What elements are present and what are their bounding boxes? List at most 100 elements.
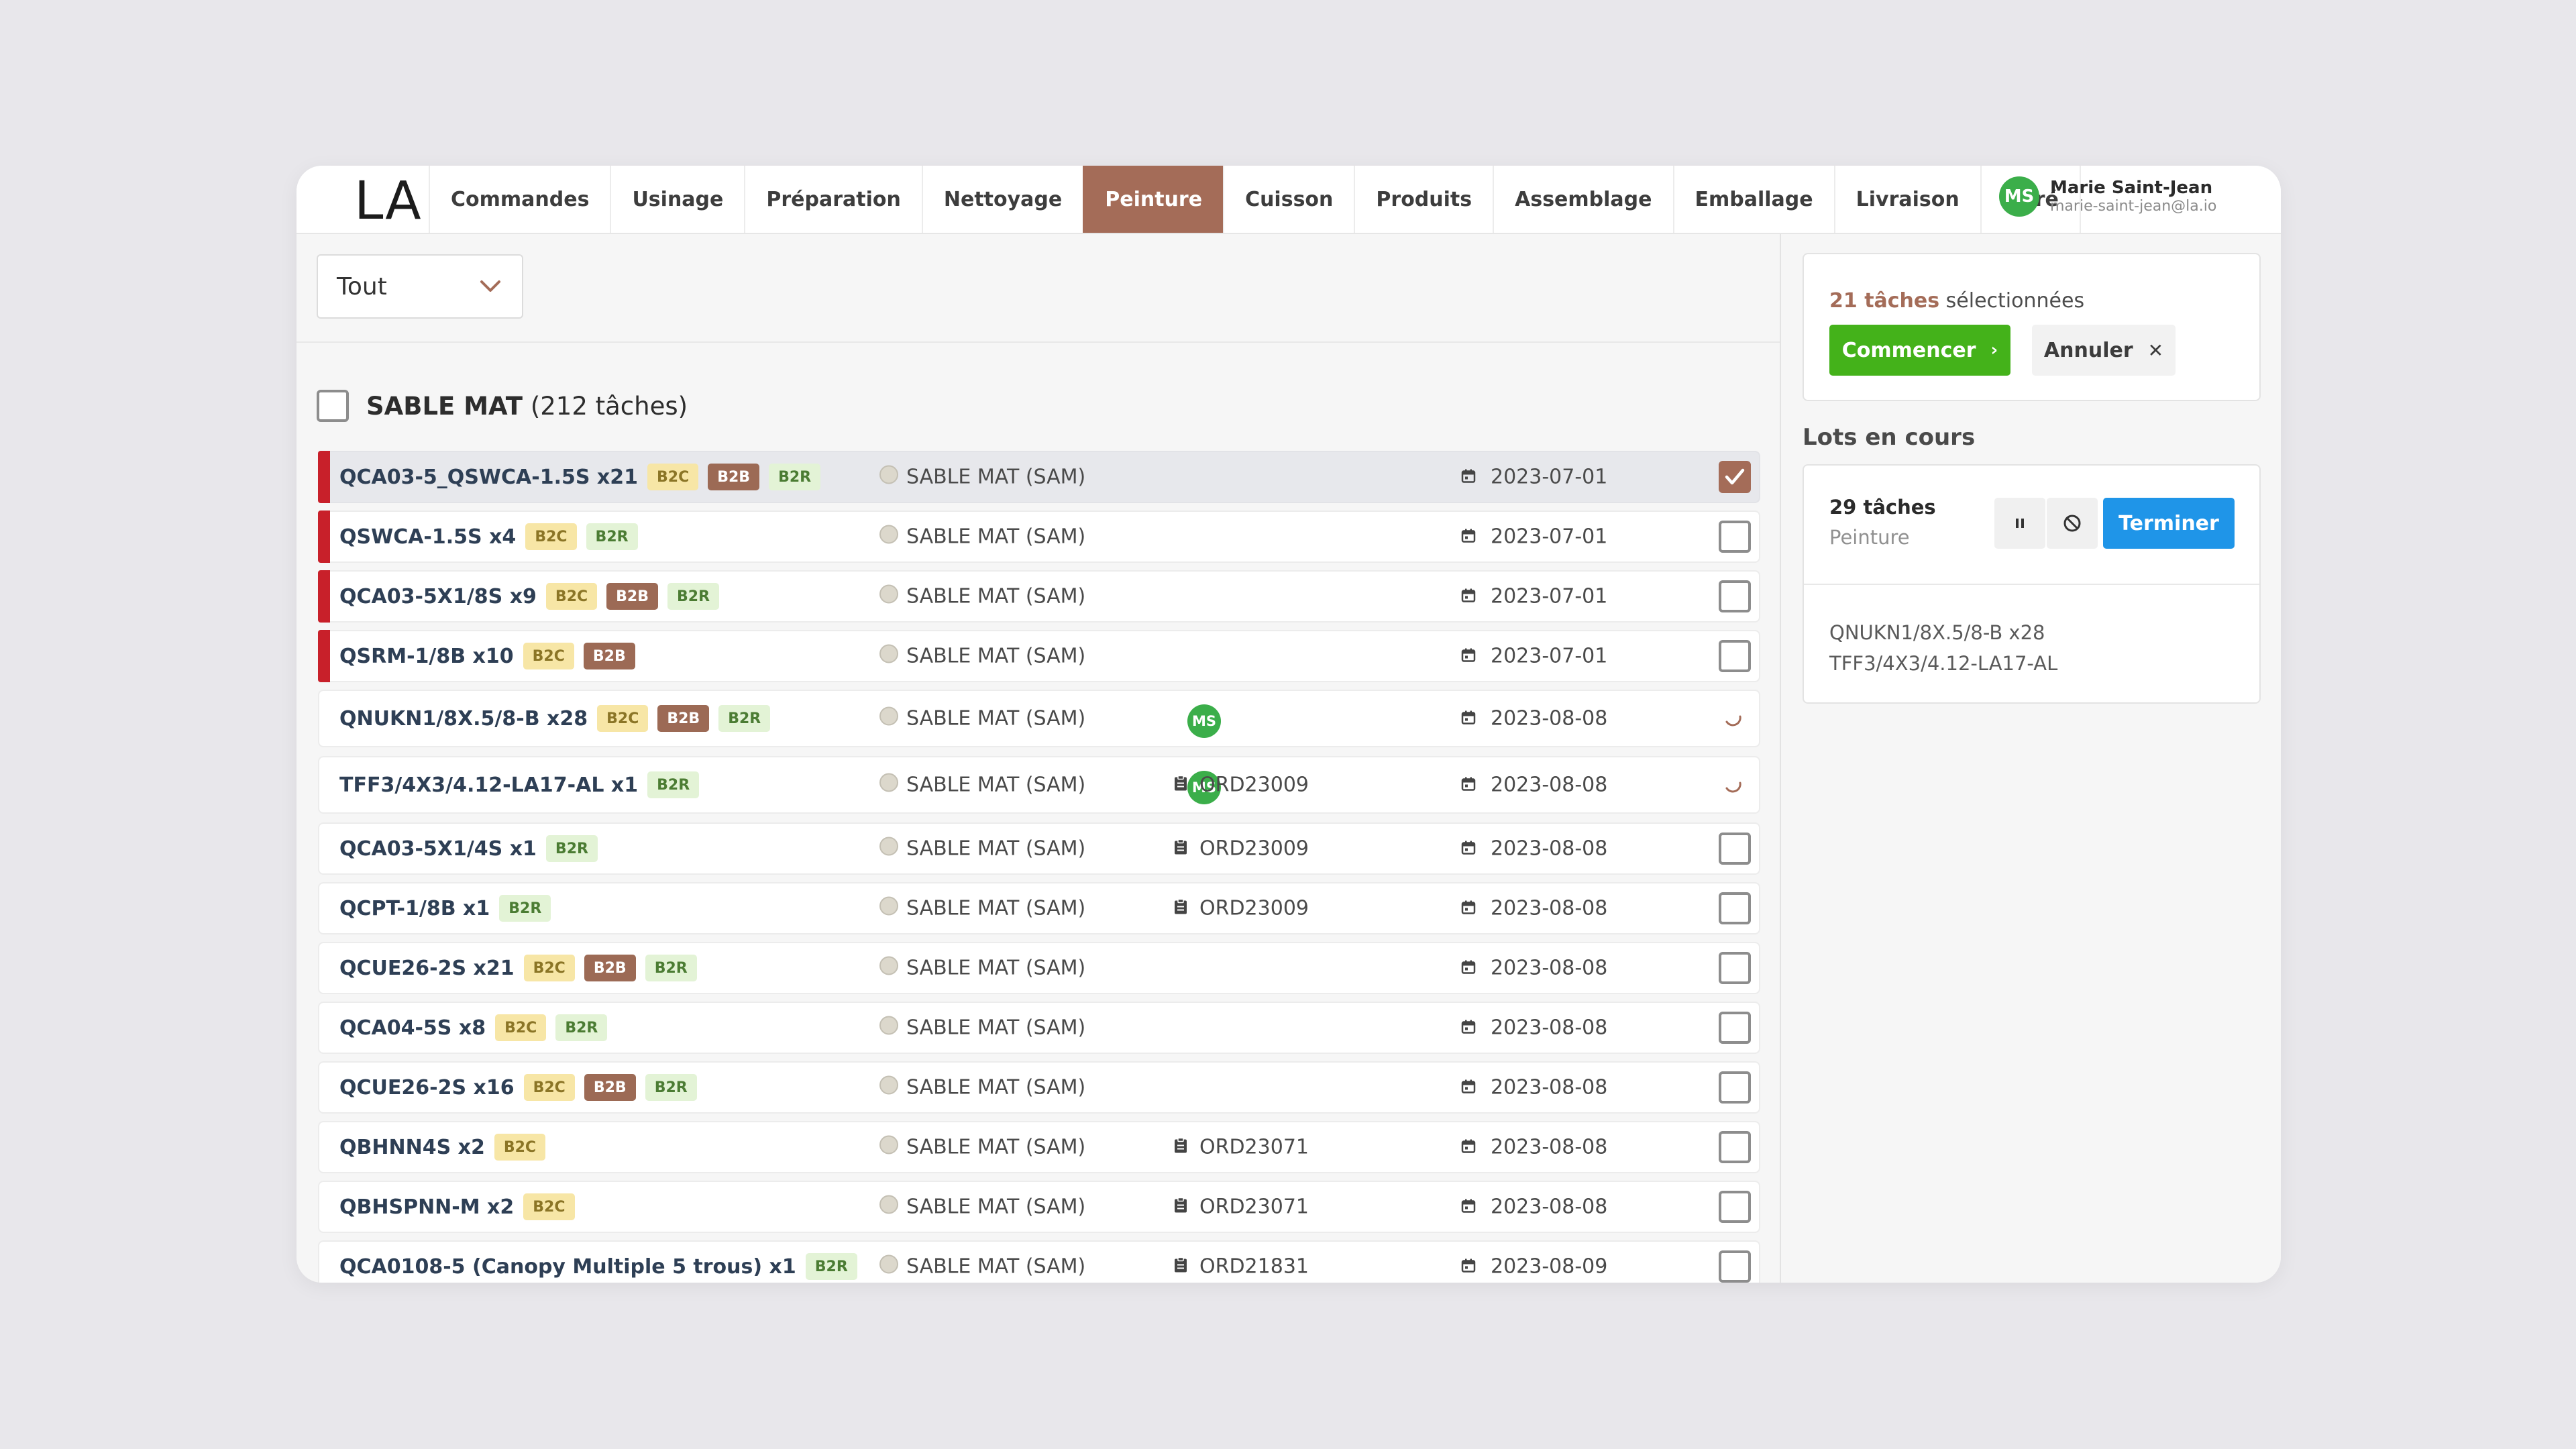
calendar-icon [1461,1076,1476,1099]
user-name: Marie Saint-Jean [2050,178,2213,198]
task-code: QSWCA-1.5S x4 [339,525,517,549]
date-cell: 2023-07-01 [1461,585,1607,608]
task-code-cell: QCUE26-2S x16 B2C B2B B2R [339,1074,697,1101]
assignee-avatar: MS [1187,704,1221,738]
date-cell: 2023-08-09 [1461,1255,1607,1279]
channel-badge: B2R [769,464,821,490]
table-row[interactable]: QCA03-5_QSWCA-1.5S x21 B2C B2B B2R SABLE MAT… [318,451,1760,503]
table-row[interactable]: QNUKN1/8X.5/8-B x28 B2C B2B B2R SABLE MAT (S… [318,690,1760,747]
circle-swatch-icon [879,837,898,855]
order-number: ORD23009 [1199,837,1309,861]
material-label: SABLE MAT (SAM) [906,584,1086,608]
task-code: TFF3/4X3/4.12-LA17-AL x1 [339,773,639,797]
circle-swatch-icon [879,1016,898,1034]
pause-button[interactable] [1994,498,2045,549]
task-code: QSRM-1/8B x10 [339,644,514,668]
order-cell: ORD23009 [1174,837,1309,861]
date-cell: 2023-08-08 [1461,773,1607,797]
table-row[interactable]: QSWCA-1.5S x4 B2C B2R SABLE MAT (SAM) 2023-0… [318,511,1760,563]
table-row[interactable]: QSRM-1/8B x10 B2C B2B SABLE MAT (SAM) 2023-0… [318,630,1760,682]
material-label: SABLE MAT (SAM) [906,896,1086,920]
table-row[interactable]: QCUE26-2S x21 B2C B2B B2R SABLE MAT (SAM) 202… [318,942,1760,994]
cancel-button[interactable]: Annuler ✕ [2032,325,2176,376]
circle-swatch-icon [879,956,898,975]
material-cell: SABLE MAT (SAM) [879,956,1085,980]
channel-badge: B2C [494,1134,546,1161]
group-count: (212 tâches) [530,391,688,421]
material-cell: SABLE MAT (SAM) [879,584,1086,608]
row-checkbox[interactable] [1719,892,1751,924]
material-cell: SABLE MAT (SAM) [879,644,1085,668]
clipboard-icon [1174,1136,1187,1159]
tab-livraison[interactable]: Livraison [1833,166,1980,233]
table-row[interactable]: QBHNN4S x2 B2C SABLE MAT (SAM) ORD23071 2023… [318,1121,1760,1173]
lot-header: 29 tâches Peinture Terminer [1804,466,2259,585]
calendar-icon [1461,897,1476,920]
channel-badge: B2R [667,583,720,610]
order-number: ORD23009 [1199,896,1309,920]
table-row[interactable]: QCA04-5S x8 B2C B2R SABLE MAT (SAM) 2023-08-… [318,1002,1760,1054]
row-checkbox[interactable] [1719,1071,1751,1104]
row-checkbox[interactable] [1719,461,1751,493]
side-panel: 21 tâches sélectionnées Commencer › Annu… [1781,234,2281,1283]
row-checkbox[interactable] [1719,1012,1751,1044]
table-row[interactable]: QCA03-5X1/4S x1 B2R SABLE MAT (SAM) ORD2300… [318,822,1760,875]
task-code: QCA03-5_QSWCA-1.5S x21 [339,465,638,489]
start-button-label: Commencer [1841,338,1976,362]
row-checkbox[interactable] [1719,833,1751,865]
avatar: MS [1999,176,2039,217]
tab-emballage[interactable]: Emballage [1672,166,1834,233]
group-select-all-checkbox[interactable] [317,390,349,422]
tab-nettoyage[interactable]: Nettoyage [921,166,1083,233]
circle-swatch-icon [879,706,898,725]
tab-cuisson[interactable]: Cuisson [1223,166,1354,233]
material-label: SABLE MAT (SAM) [906,837,1086,861]
priority-flag [318,630,330,682]
tab-commandes[interactable]: Commandes [429,166,610,233]
material-cell: SABLE MAT (SAM) [879,706,1085,731]
chevron-right-icon: › [1990,340,1998,360]
table-row[interactable]: QBHSPNN-M x2 B2C SABLE MAT (SAM) ORD23071 20… [318,1181,1760,1233]
tab-produits[interactable]: Produits [1354,166,1493,233]
row-checkbox[interactable] [1719,1191,1751,1223]
user-menu[interactable]: MS Marie Saint-Jean marie-saint-jean@la.… [1999,176,2216,217]
circle-swatch-icon [879,584,898,603]
tab-preparation[interactable]: Préparation [744,166,921,233]
start-button[interactable]: Commencer › [1829,325,2010,376]
due-date: 2023-08-08 [1491,837,1608,861]
channel-badge: B2B [606,583,659,610]
row-checkbox[interactable] [1719,1250,1751,1283]
date-cell: 2023-08-08 [1461,837,1607,861]
channel-badge: B2R [586,523,638,550]
tab-usinage[interactable]: Usinage [610,166,744,233]
row-checkbox[interactable] [1719,640,1751,672]
channel-badge: B2R [545,835,598,862]
channel-badge: B2R [645,955,697,981]
filter-select[interactable]: Tout [317,254,523,319]
row-checkbox[interactable] [1719,580,1751,612]
table-row[interactable]: QCA03-5X1/8S x9 B2C B2B B2R SABLE MAT (SAM) 2… [318,570,1760,623]
order-cell: ORD21831 [1174,1255,1309,1279]
due-date: 2023-08-08 [1491,1075,1608,1099]
due-date: 2023-08-08 [1491,956,1608,980]
channel-badge: B2C [545,583,598,610]
calendar-icon [1461,1195,1476,1219]
row-checkbox[interactable] [1719,952,1751,984]
order-number: ORD23009 [1199,773,1309,797]
row-checkbox[interactable] [1719,1131,1751,1163]
block-button[interactable] [2047,498,2098,549]
app-window: LA Commandes Usinage Préparation Nettoyage P… [297,166,2281,1283]
circle-swatch-icon [879,1135,898,1154]
row-checkbox[interactable] [1719,521,1751,553]
table-row[interactable]: QCUE26-2S x16 B2C B2B B2R SABLE MAT (SAM) 202… [318,1061,1760,1114]
filter-bar: Tout [297,234,1780,343]
tab-assemblage[interactable]: Assemblage [1493,166,1672,233]
finish-button[interactable]: Terminer [2103,498,2235,549]
order-cell: ORD23009 [1174,897,1309,920]
tab-peinture[interactable]: Peinture [1083,166,1224,233]
group-name: SABLE MAT [366,391,523,421]
table-row[interactable]: QCA0108-5 (Canopy Multiple 5 trous) x1 B2… [318,1240,1760,1283]
table-row[interactable]: TFF3/4X3/4.12-LA17-AL x1 B2R SABLE MAT (SA… [318,756,1760,814]
task-code: QCPT-1/8B x1 [339,896,490,920]
table-row[interactable]: QCPT-1/8B x1 B2R SABLE MAT (SAM) ORD23009 20… [318,882,1760,934]
